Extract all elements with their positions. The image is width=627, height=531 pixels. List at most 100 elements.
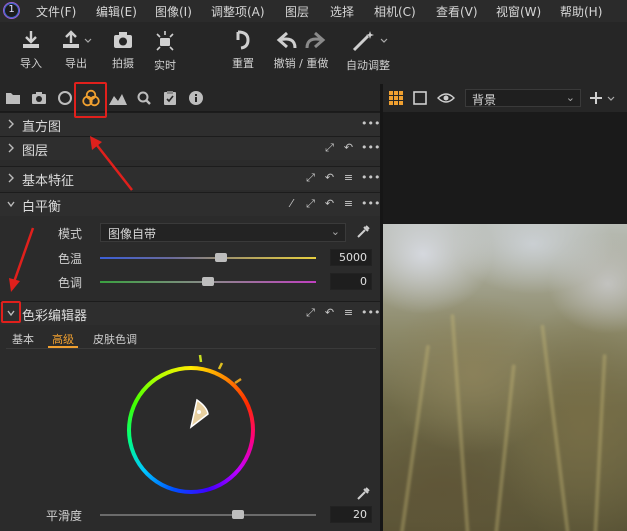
mode-value: 图像自带 <box>108 227 157 241</box>
folder-icon[interactable] <box>5 90 21 106</box>
export-icon <box>63 30 92 48</box>
presets-icon[interactable]: ≡ <box>342 197 355 211</box>
expand-icon[interactable]: ⤢ <box>304 306 317 320</box>
reset-icon[interactable]: ↶ <box>323 197 336 211</box>
smoothness-slider-track[interactable] <box>100 514 316 516</box>
capture-button[interactable]: 拍摄 <box>106 30 140 78</box>
import-label: 导入 <box>20 57 42 70</box>
viewer-toolbar: 背景 ⌄ <box>383 84 627 112</box>
menu-help[interactable]: 帮助(H) <box>560 3 602 20</box>
chevron-right-icon <box>8 143 14 153</box>
smoothness-value[interactable]: 20 <box>330 506 372 523</box>
more-options-icon[interactable]: ••• <box>361 117 380 131</box>
menu-adjustments[interactable]: 调整项(A) <box>211 3 265 20</box>
tint-value[interactable]: 0 <box>330 273 372 290</box>
camera-tab-icon[interactable] <box>31 90 47 106</box>
kelvin-value[interactable]: 5000 <box>330 249 372 266</box>
section-color-editor[interactable]: 色彩编辑器 ⤢ ↶ ≡ ••• <box>0 301 380 325</box>
import-icon <box>23 31 39 48</box>
eye-icon[interactable] <box>437 91 455 105</box>
section-title: 基本特征 <box>22 174 75 189</box>
color-range-selector[interactable] <box>180 352 250 432</box>
grid-view-icon[interactable] <box>389 91 403 105</box>
exposure-icon[interactable] <box>108 90 128 106</box>
section-title: 白平衡 <box>22 200 62 215</box>
menu-camera[interactable]: 相机(C) <box>374 3 416 20</box>
undo-redo-icon <box>276 31 326 49</box>
undo-redo-button[interactable]: 撤销 / 重做 <box>268 30 334 78</box>
import-button[interactable]: 导入 <box>14 30 48 78</box>
chevron-down-icon: ⌄ <box>330 225 340 238</box>
picker-icon[interactable]: ⁄ <box>285 197 298 211</box>
eyedropper-icon[interactable] <box>355 224 371 240</box>
menu-view[interactable]: 查看(V) <box>436 3 478 20</box>
more-options-icon[interactable]: ••• <box>361 141 380 155</box>
kelvin-label: 色温 <box>58 252 83 266</box>
chevron-right-icon <box>8 119 14 129</box>
chevron-down-icon <box>7 201 15 208</box>
menu-file[interactable]: 文件(F) <box>36 3 76 20</box>
section-title: 色彩编辑器 <box>22 309 88 324</box>
auto-adjust-label: 自动调整 <box>346 59 390 72</box>
auto-adjust-button[interactable]: 自动调整 <box>340 30 396 78</box>
highlight-box-color-editor <box>1 301 21 323</box>
photo-preview[interactable] <box>383 224 627 531</box>
export-label: 导出 <box>65 57 87 70</box>
live-label: 实时 <box>154 59 176 72</box>
section-white-balance[interactable]: 白平衡 ⁄ ⤢ ↶ ≡ ••• <box>0 192 380 216</box>
live-button[interactable]: 实时 <box>148 30 182 78</box>
variant-select-value: 背景 <box>472 93 497 107</box>
single-view-icon[interactable] <box>413 91 427 105</box>
mode-select[interactable]: 图像自带 ⌄ <box>100 223 346 242</box>
more-options-icon[interactable]: ••• <box>361 171 380 185</box>
highlight-box-color-tab <box>74 82 107 118</box>
kelvin-slider-handle[interactable] <box>214 253 227 262</box>
live-view-icon <box>156 31 174 51</box>
undo-redo-label: 撤销 / 重做 <box>273 57 329 70</box>
mode-label: 模式 <box>58 227 83 241</box>
reset-icon[interactable]: ↶ <box>342 141 355 155</box>
more-options-icon[interactable]: ••• <box>361 306 380 320</box>
reset-icon[interactable]: ↶ <box>323 306 336 320</box>
menu-window[interactable]: 视窗(W) <box>496 3 541 20</box>
magic-wand-icon <box>352 31 388 52</box>
expand-icon[interactable]: ⤢ <box>304 171 317 185</box>
menu-select[interactable]: 选择 <box>330 3 354 20</box>
capture-label: 拍摄 <box>112 57 134 70</box>
reset-icon[interactable]: ↶ <box>323 171 336 185</box>
export-button[interactable]: 导出 <box>56 30 96 78</box>
clipboard-icon[interactable] <box>162 90 178 106</box>
divider <box>6 348 376 349</box>
reset-button[interactable]: 重置 <box>226 30 260 78</box>
presets-icon[interactable]: ≡ <box>342 171 355 185</box>
section-basic[interactable]: 基本特征 ⤢ ↶ ≡ ••• <box>0 166 380 190</box>
expand-icon[interactable]: ⤢ <box>304 197 317 211</box>
menu-layers[interactable]: 图层 <box>285 3 309 20</box>
presets-icon[interactable]: ≡ <box>342 306 355 320</box>
tint-slider-handle[interactable] <box>202 277 214 286</box>
lens-icon[interactable] <box>57 90 73 106</box>
variant-select[interactable]: 背景 ⌄ <box>465 89 581 107</box>
add-icon[interactable] <box>588 90 616 106</box>
smoothness-label: 平滑度 <box>46 509 83 523</box>
expand-icon[interactable]: ⤢ <box>323 141 336 155</box>
menu-image[interactable]: 图像(I) <box>155 3 192 20</box>
eyedropper-icon[interactable] <box>355 486 371 502</box>
section-layers[interactable]: 图层 ⤢ ↶ ••• <box>0 136 380 160</box>
search-icon[interactable] <box>136 90 152 106</box>
tab-advanced[interactable]: 高级 <box>52 331 74 347</box>
section-histogram[interactable]: 直方图 ••• <box>0 112 380 136</box>
app-logo-icon[interactable]: 1 <box>3 2 20 19</box>
main-toolbar: 导入 导出 拍摄 实时 重置 撤销 / 重做 自动调整 <box>0 22 627 84</box>
tool-tab-bar <box>0 84 380 112</box>
more-options-icon[interactable]: ••• <box>361 197 380 211</box>
tab-skin-tone[interactable]: 皮肤色调 <box>93 331 137 347</box>
menu-bar: 1 文件(F) 编辑(E) 图像(I) 调整项(A) 图层 选择 相机(C) 查… <box>0 0 627 22</box>
smoothness-slider-handle[interactable] <box>232 510 245 519</box>
reset-label: 重置 <box>232 57 254 70</box>
viewer-background <box>383 112 627 224</box>
info-icon[interactable] <box>188 90 204 106</box>
tab-basic[interactable]: 基本 <box>12 331 34 347</box>
kelvin-slider-track[interactable] <box>100 257 316 259</box>
menu-edit[interactable]: 编辑(E) <box>96 3 137 20</box>
